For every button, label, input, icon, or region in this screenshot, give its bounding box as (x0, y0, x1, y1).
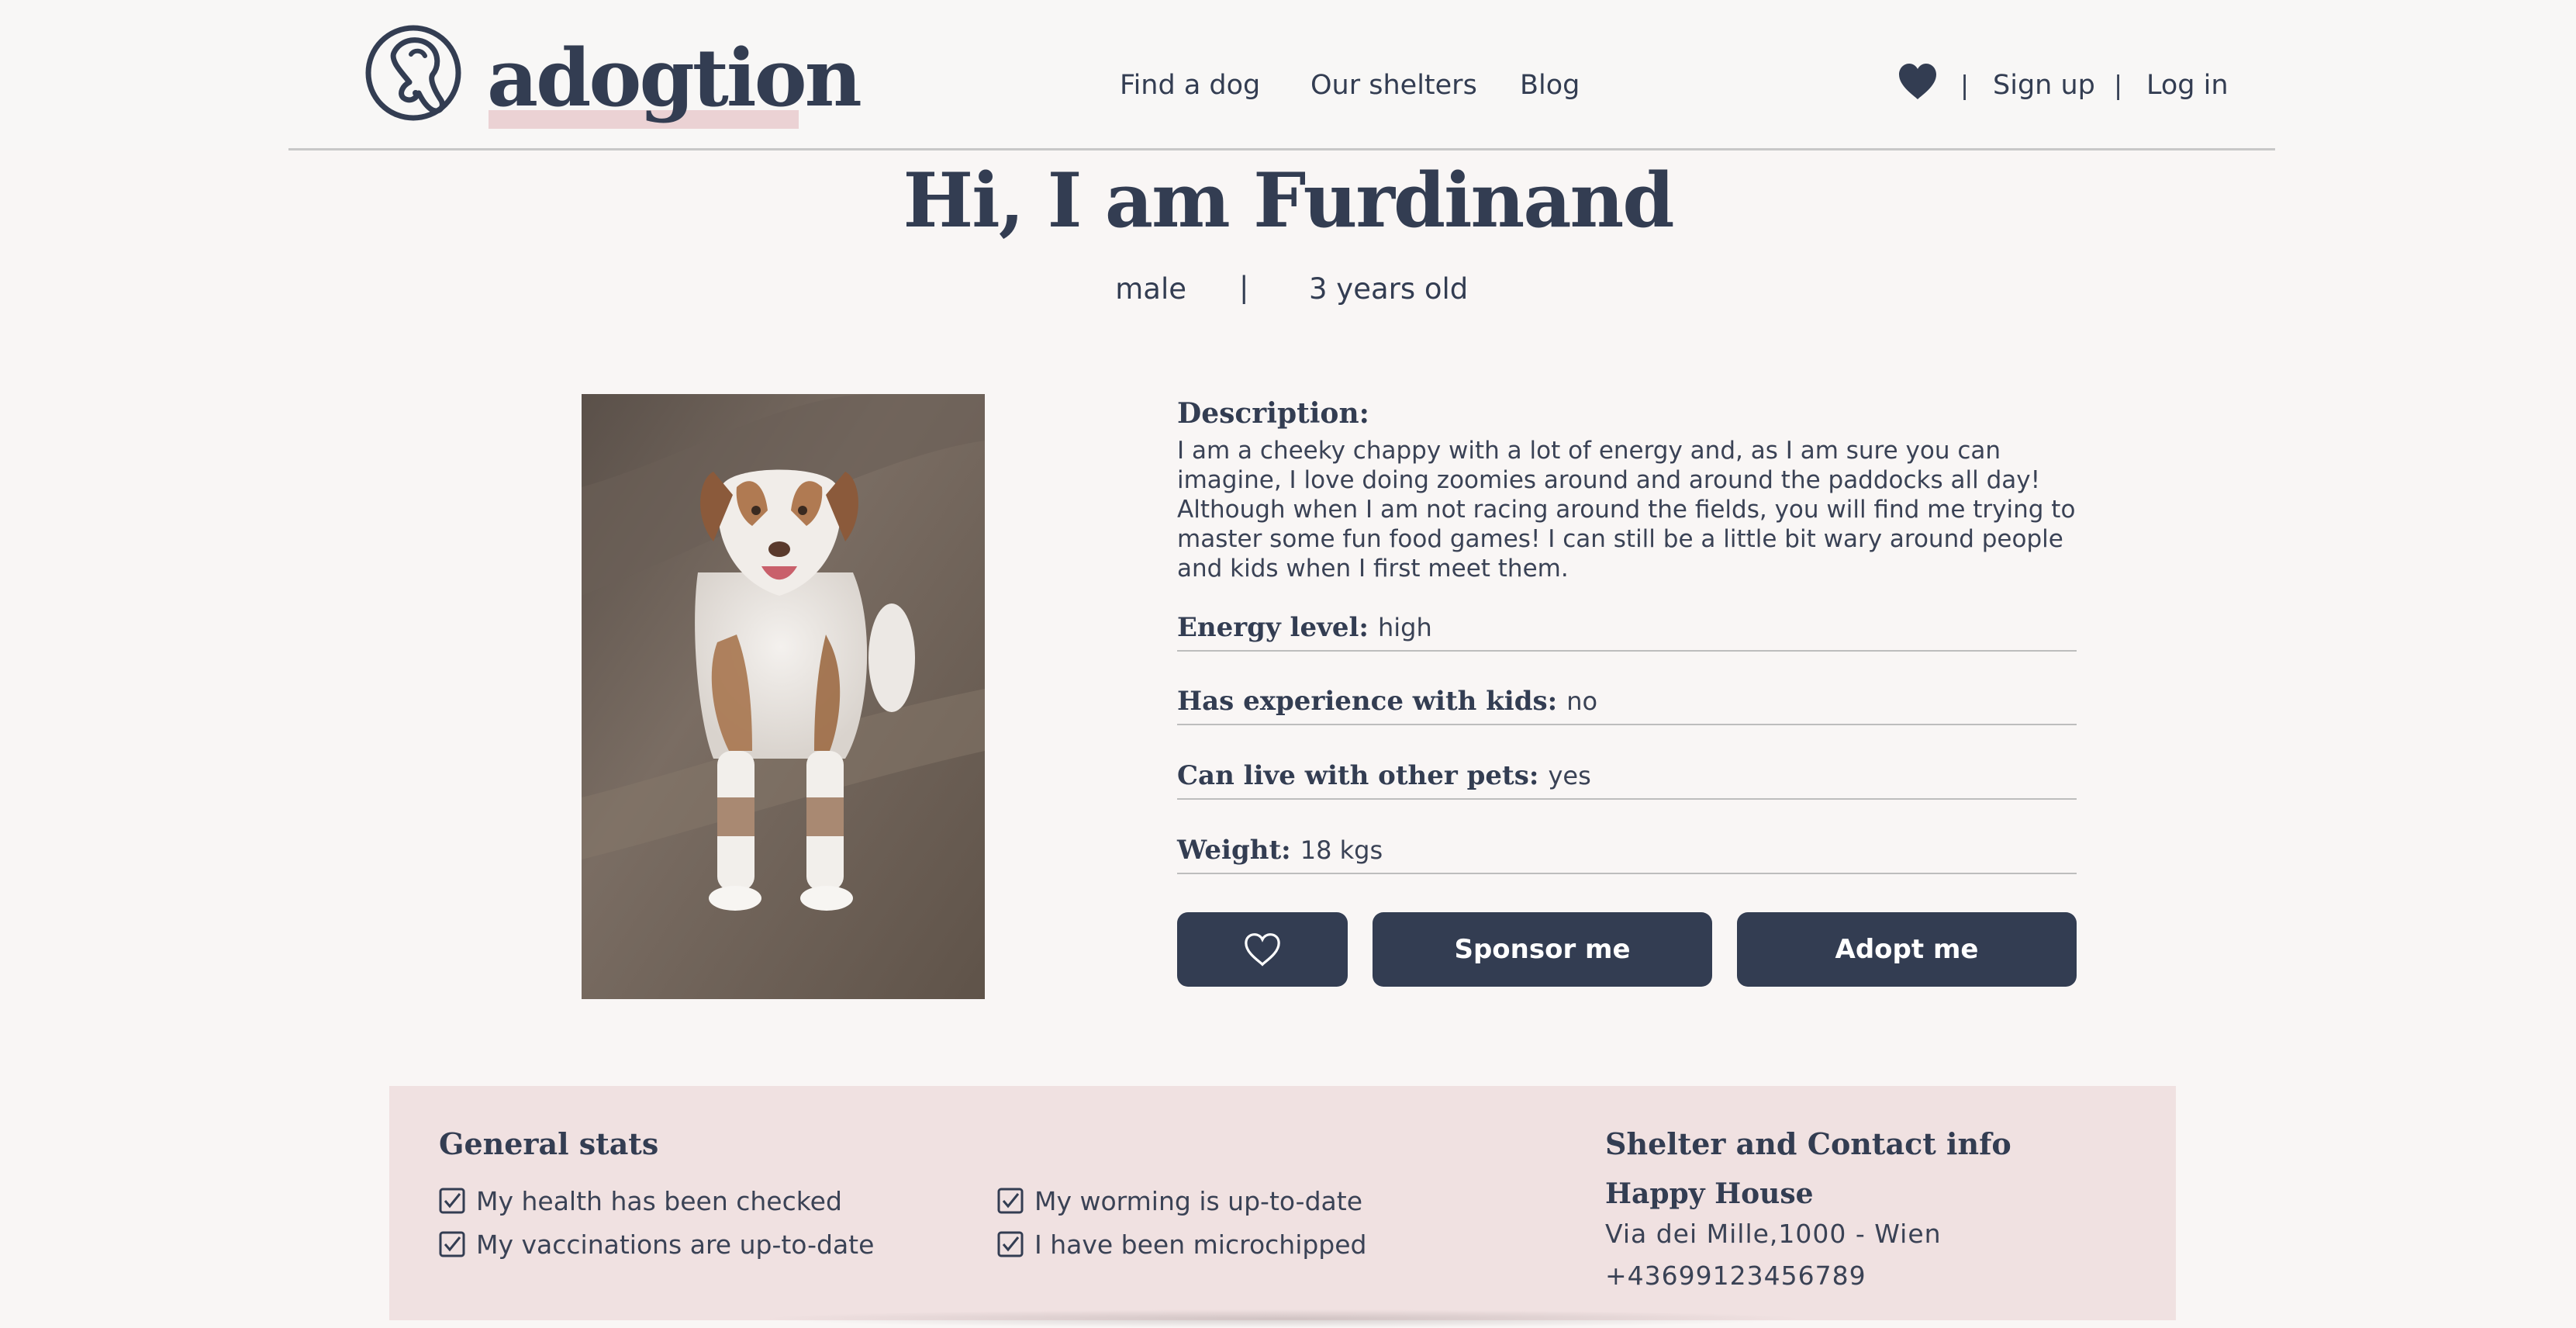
favorite-button[interactable] (1177, 912, 1348, 987)
attribute-divider (1177, 650, 2077, 652)
attribute-label: Can live with other pets: (1177, 760, 1539, 791)
checkbox-checked-icon (439, 1231, 465, 1257)
checkbox-checked-icon (997, 1231, 1024, 1257)
attribute-label: Weight: (1177, 835, 1291, 866)
nav-blog[interactable]: Blog (1520, 62, 1580, 109)
stat-label: My worming is up-to-date (1034, 1185, 1363, 1216)
shelter-name[interactable]: Happy House (1605, 1174, 1814, 1213)
description-label: Description: (1177, 397, 1369, 430)
sponsor-button[interactable]: Sponsor me (1373, 912, 1712, 987)
attribute-value: 18 kgs (1300, 835, 1383, 865)
nav-sign-up[interactable]: Sign up (1993, 62, 2095, 109)
shelter-address: Via dei Mille,1000 - Wien (1605, 1219, 1942, 1249)
nav-log-in[interactable]: Log in (2146, 62, 2229, 109)
nav-find-a-dog[interactable]: Find a dog (1120, 62, 1260, 109)
contact-info-title: Shelter and Contact info (1605, 1126, 2011, 1161)
attribute-weight: Weight: 18 kgs (1177, 835, 2077, 866)
stat-vaccinations-up-to-date: My vaccinations are up-to-date (439, 1227, 874, 1261)
dog-age: 3 years old (1309, 272, 1469, 306)
stat-microchipped: I have been microchipped (997, 1227, 1367, 1261)
shelter-phone[interactable]: +43699123456789 (1605, 1258, 1866, 1294)
nav-separator: | (2114, 70, 2123, 100)
stat-worming-up-to-date: My worming is up-to-date (997, 1184, 1362, 1218)
dog-photo (582, 394, 985, 999)
attribute-value: high (1377, 613, 1432, 642)
nav-separator: | (1960, 70, 1970, 100)
checkbox-checked-icon (997, 1188, 1024, 1214)
description-text: I am a cheeky chappy with a lot of energ… (1177, 437, 2076, 583)
attribute-value: no (1566, 686, 1598, 716)
stat-label: My vaccinations are up-to-date (476, 1229, 875, 1260)
general-stats-title: General stats (439, 1126, 659, 1161)
stat-label: I have been microchipped (1034, 1229, 1367, 1260)
info-separator: | (1239, 271, 1249, 304)
attribute-value: yes (1548, 761, 1591, 790)
attribute-energy-level: Energy level: high (1177, 612, 2077, 643)
attribute-label: Energy level: (1177, 612, 1369, 643)
dog-logo-icon[interactable] (364, 19, 462, 130)
attribute-divider (1177, 798, 2077, 800)
heart-filled-icon[interactable] (1897, 62, 1939, 101)
attribute-experience-with-kids: Has experience with kids: no (1177, 686, 2077, 717)
checkbox-checked-icon (439, 1188, 465, 1214)
attribute-divider (1177, 873, 2077, 874)
nav-our-shelters[interactable]: Our shelters (1310, 62, 1477, 109)
attribute-label: Has experience with kids: (1177, 686, 1558, 717)
adopt-button[interactable]: Adopt me (1737, 912, 2077, 987)
panel-shadow (760, 1309, 1807, 1328)
heart-outline-icon (1245, 933, 1280, 967)
page-title: Hi, I am Furdinand (903, 157, 1675, 244)
brand-name[interactable]: adogtion (487, 28, 862, 129)
stat-health-checked: My health has been checked (439, 1184, 842, 1218)
attribute-divider (1177, 724, 2077, 725)
stat-label: My health has been checked (476, 1185, 842, 1216)
header-divider (288, 148, 2275, 150)
dog-gender: male (1115, 272, 1186, 306)
attribute-other-pets: Can live with other pets: yes (1177, 760, 2077, 791)
